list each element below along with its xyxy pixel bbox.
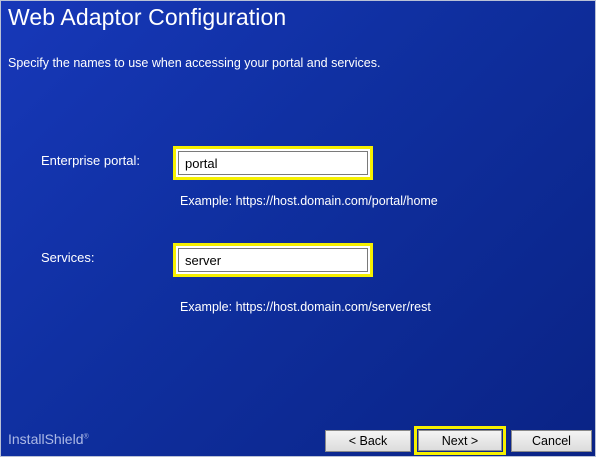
installshield-logo-text: InstallShield bbox=[8, 431, 84, 447]
enterprise-portal-label: Enterprise portal: bbox=[41, 153, 140, 168]
page-title: Web Adaptor Configuration bbox=[8, 4, 287, 30]
services-label: Services: bbox=[41, 250, 95, 265]
enterprise-portal-highlight bbox=[173, 146, 373, 180]
services-example: Example: https://host.domain.com/server/… bbox=[180, 300, 431, 314]
enterprise-portal-input[interactable] bbox=[178, 151, 368, 175]
next-button[interactable]: Next > bbox=[418, 430, 502, 451]
registered-mark: ® bbox=[83, 433, 89, 441]
enterprise-portal-example: Example: https://host.domain.com/portal/… bbox=[180, 194, 438, 208]
next-button-highlight: Next > bbox=[414, 426, 506, 455]
services-input[interactable] bbox=[178, 248, 368, 272]
cancel-button[interactable]: Cancel bbox=[511, 430, 592, 452]
back-button[interactable]: < Back bbox=[325, 430, 411, 452]
services-highlight bbox=[173, 243, 373, 277]
installer-window: Web Adaptor Configuration Specify the na… bbox=[0, 0, 596, 457]
page-subtitle: Specify the names to use when accessing … bbox=[8, 56, 381, 70]
installshield-logo: InstallShield® bbox=[8, 431, 89, 447]
